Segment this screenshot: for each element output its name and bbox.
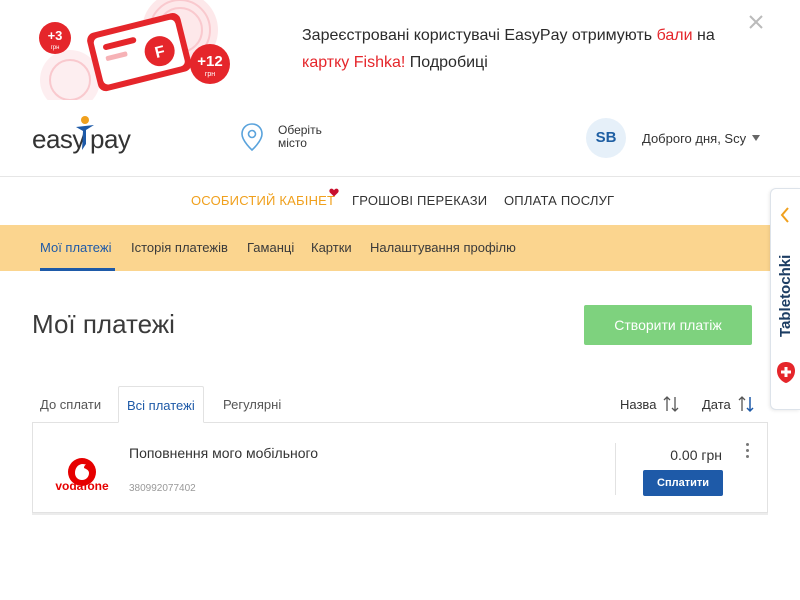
more-options-icon[interactable] (739, 443, 755, 461)
nav-money-transfers[interactable]: ГРОШОВІ ПЕРЕКАЗИ (352, 193, 487, 208)
easypay-logo[interactable]: easy pay (32, 114, 134, 156)
location-pin-icon (241, 123, 263, 152)
tab-all-payments[interactable]: Всі платежі (118, 386, 204, 423)
heart-plus-icon (777, 362, 795, 383)
heart-icon (329, 188, 339, 197)
page-title: Мої платежі (32, 309, 175, 339)
payment-name: Поповнення мого мобільного (129, 445, 319, 461)
promo-text-1: Зареєстровані користувачі EasyPay отриму… (302, 27, 657, 44)
svg-text:грн: грн (205, 71, 215, 78)
sort-name-label: Назва (620, 397, 657, 412)
payment-account: 380992077402 (129, 483, 196, 494)
tab-to-pay[interactable]: До сплати (32, 386, 109, 423)
payment-tabs: До сплати Всі платежі Регулярні Назва Да… (32, 386, 768, 423)
svg-text:pay: pay (90, 124, 131, 154)
chevron-left-icon[interactable] (780, 207, 790, 223)
sub-nav: Мої платежі Історія платежів Гаманці Кар… (0, 225, 800, 271)
subnav-payment-history[interactable]: Історія платежів (131, 240, 228, 255)
subnav-profile-settings[interactable]: Налаштування профілю (370, 240, 516, 255)
close-icon[interactable] (746, 12, 766, 32)
pay-button[interactable]: Сплатити (643, 470, 723, 496)
avatar[interactable]: SB (586, 118, 626, 158)
city-selector[interactable]: Оберіть місто (240, 122, 360, 156)
subnav-my-payments[interactable]: Мої платежі (40, 240, 111, 255)
promo-text-2: на (692, 27, 715, 44)
main-nav: ОСОБИСТИЙ КАБІНЕТ ГРОШОВІ ПЕРЕКАЗИ ОПЛАТ… (0, 178, 800, 224)
svg-text:+12: +12 (197, 53, 222, 70)
svg-text:грн: грн (51, 45, 60, 51)
promo-link-fishka[interactable]: картку Fishka! (302, 54, 405, 71)
subnav-wallets[interactable]: Гаманці (247, 240, 294, 255)
promo-message: Зареєстровані користувачі EasyPay отриму… (302, 22, 742, 76)
create-payment-button[interactable]: Створити платіж (584, 305, 752, 345)
user-menu[interactable]: SB Доброго дня, Scy (586, 118, 766, 158)
promo-banner: F +3 грн +12 грн Зареєстровані користува… (0, 0, 800, 100)
chevron-down-icon[interactable] (752, 135, 760, 141)
tab-regular[interactable]: Регулярні (215, 386, 289, 423)
subnav-cards[interactable]: Картки (311, 240, 352, 255)
nav-personal-cabinet[interactable]: ОСОБИСТИЙ КАБІНЕТ (191, 193, 335, 208)
nav-pay-services[interactable]: ОПЛАТА ПОСЛУГ (504, 193, 614, 208)
vodafone-wordmark: vodafone (55, 479, 109, 493)
svg-text:+3: +3 (48, 28, 63, 43)
svg-text:easy: easy (32, 124, 85, 154)
city-label: Оберіть місто (278, 123, 322, 150)
fishka-card-graphic: F +3 грн +12 грн (39, 0, 230, 100)
active-tab-underline (40, 268, 115, 271)
site-header: easy pay Оберіть місто SB Доброго дня, S… (0, 100, 800, 177)
sort-by-name[interactable]: Назва (620, 386, 680, 423)
sort-date-label: Дата (702, 397, 731, 412)
tabletochki-label: Tabletochki (777, 254, 794, 337)
promo-link-points[interactable]: бали (657, 27, 693, 44)
promo-link-details[interactable]: Подробиці (405, 54, 488, 71)
sort-arrows-icon (738, 396, 754, 413)
divider (615, 443, 616, 495)
payment-card[interactable]: vodafone Поповнення мого мобільного 3809… (32, 422, 768, 513)
tabletochki-widget[interactable]: Tabletochki (770, 188, 800, 410)
sort-by-date[interactable]: Дата (702, 386, 758, 423)
sort-arrows-icon (663, 396, 679, 412)
greeting-text[interactable]: Доброго дня, Scy (642, 131, 746, 146)
payment-amount: 0.00 грн (670, 447, 722, 463)
